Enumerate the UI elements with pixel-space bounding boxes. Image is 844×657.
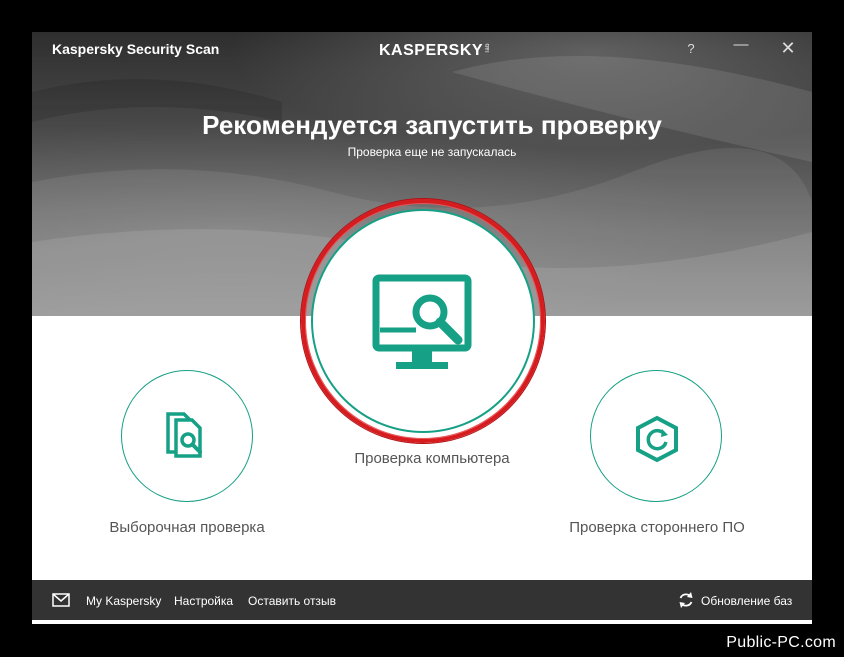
monitor-search-icon [372, 274, 472, 369]
app-title: Kaspersky Security Scan [52, 41, 220, 57]
footer-bar: My Kaspersky Настройка Оставить отзыв Об… [32, 580, 812, 620]
mail-icon[interactable] [52, 593, 70, 607]
custom-scan-label[interactable]: Выборочная проверка [57, 519, 317, 536]
settings-link[interactable]: Настройка [174, 594, 233, 608]
documents-search-icon [166, 412, 202, 458]
refresh-icon[interactable] [678, 591, 694, 609]
logo-lab-text: lab [485, 43, 492, 53]
third-party-scan-label[interactable]: Проверка стороннего ПО [527, 519, 787, 536]
watermark-text: Public-PC.com [726, 634, 836, 651]
my-kaspersky-link[interactable]: My Kaspersky [86, 594, 161, 608]
scan-status-text: Проверка еще не запускалась [347, 145, 517, 159]
page-title: Рекомендуется запустить проверку [202, 110, 662, 140]
kaspersky-logo: KASPERSKY lab [379, 42, 491, 60]
logo-text: KASPERSKY [379, 42, 484, 59]
hexagon-refresh-icon [636, 415, 678, 463]
full-scan-label[interactable]: Проверка компьютера [282, 450, 582, 467]
app-window: Kaspersky Security Scan KASPERSKY lab ? —… [32, 32, 812, 624]
help-button[interactable]: ? [681, 41, 701, 56]
feedback-link[interactable]: Оставить отзыв [248, 594, 336, 608]
minimize-button[interactable]: — [731, 36, 751, 53]
close-button[interactable]: ✕ [778, 38, 798, 59]
update-databases-link[interactable]: Обновление баз [701, 594, 792, 608]
